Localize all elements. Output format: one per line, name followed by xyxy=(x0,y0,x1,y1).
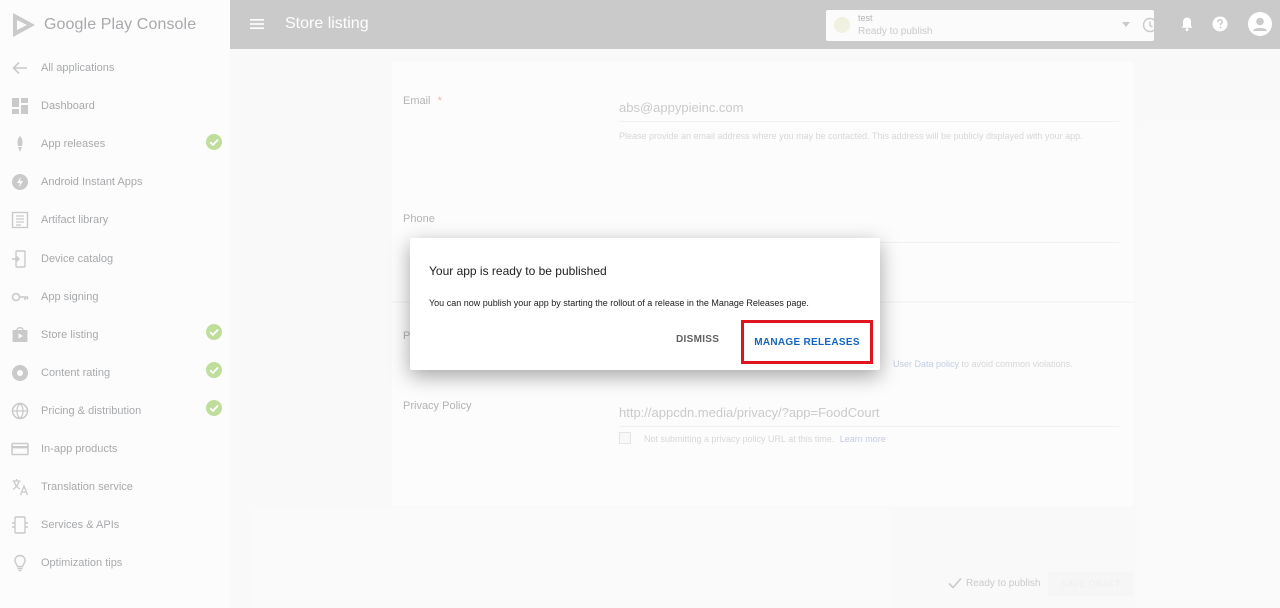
dismiss-button[interactable]: DISMISS xyxy=(666,326,729,352)
dialog-body: You can now publish your app by starting… xyxy=(429,298,809,308)
manage-releases-button[interactable]: MANAGE RELEASES xyxy=(741,320,873,364)
dialog-title: Your app is ready to be published xyxy=(429,264,607,278)
publish-ready-dialog: Your app is ready to be published You ca… xyxy=(410,238,880,370)
